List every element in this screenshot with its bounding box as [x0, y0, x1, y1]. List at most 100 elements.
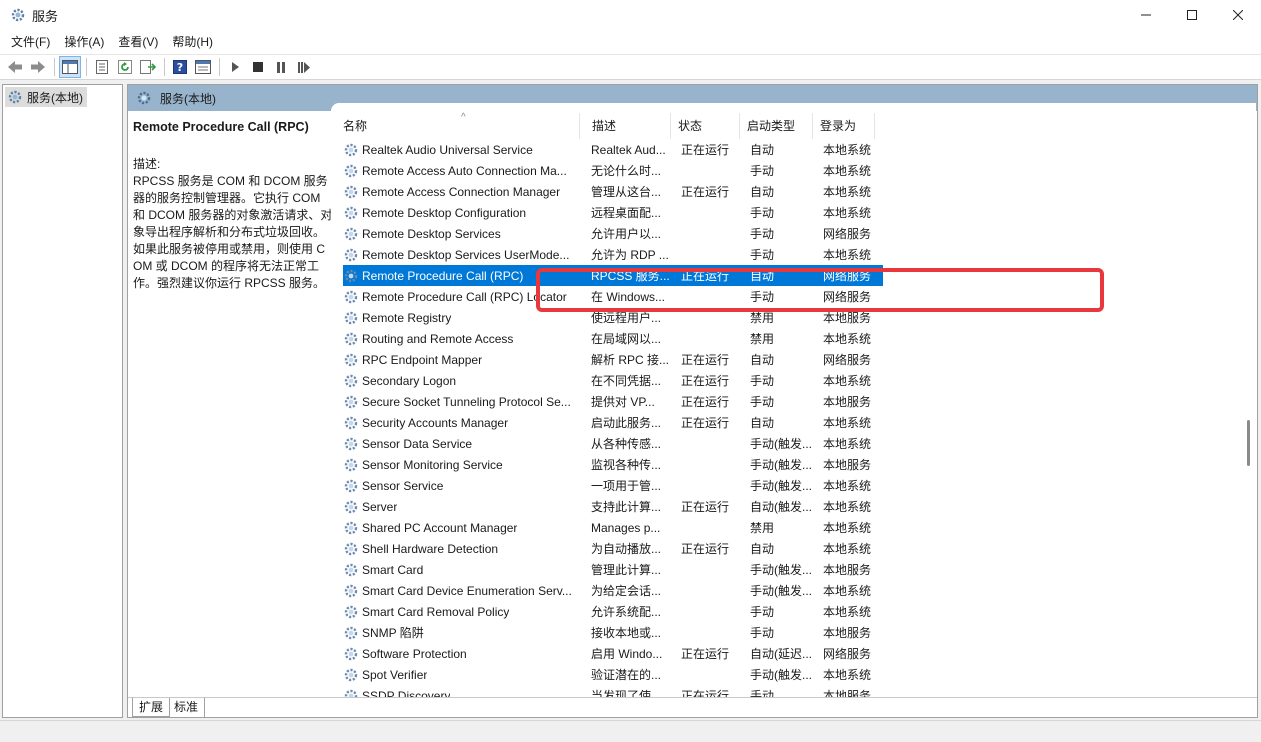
forward-button[interactable] [27, 56, 49, 78]
service-startup-type: 手动 [750, 206, 775, 220]
service-desc: 启用 Windo... [591, 647, 663, 661]
table-row[interactable]: Shell Hardware Detection 为自动播放... 正在运行 自动 本地… [343, 538, 883, 559]
service-status: 正在运行 [681, 269, 730, 283]
scrollbar-thumb[interactable] [1247, 420, 1250, 466]
service-desc: 在 Windows... [591, 290, 666, 304]
table-row[interactable]: Realtek Audio Universal Service Realtek A… [343, 139, 883, 160]
help-button[interactable]: ? [169, 56, 191, 78]
service-name-cell: Remote Desktop Services [343, 226, 583, 242]
table-row[interactable]: Smart Card 管理此计算... 手动(触发... 本地服务 [343, 559, 883, 580]
table-row[interactable]: Remote Procedure Call (RPC) Locator 在 Win… [343, 286, 883, 307]
column-header-name[interactable]: 名称 ^ [331, 112, 580, 139]
table-row[interactable]: Remote Desktop Services UserMode... 允许为 R… [343, 244, 883, 265]
table-row[interactable]: Remote Access Connection Manager 管理从这台...… [343, 181, 883, 202]
console-tree-icon [62, 60, 78, 74]
service-desc: Realtek Aud... [591, 142, 666, 157]
table-row[interactable]: Secondary Logon 在不同凭据... 正在运行 手动 本地系统 [343, 370, 883, 391]
column-header-startup[interactable]: 启动类型 [740, 113, 813, 139]
table-row[interactable]: Routing and Remote Access 在局域网以... 禁用 本地系统 [343, 328, 883, 349]
view-button[interactable] [192, 56, 214, 78]
service-name-cell: Remote Access Connection Manager [343, 184, 583, 200]
table-row[interactable]: Spot Verifier 验证潜在的... 手动(触发... 本地系统 [343, 664, 883, 685]
service-name-cell: Secondary Logon [343, 373, 583, 389]
service-name: SNMP 陷阱 [362, 626, 424, 640]
service-name: Remote Access Auto Connection Ma... [362, 163, 567, 178]
back-button[interactable] [4, 56, 26, 78]
column-header-status[interactable]: 状态 [671, 113, 740, 139]
service-name-cell: Shared PC Account Manager [343, 520, 583, 536]
table-row-selected[interactable]: Remote Procedure Call (RPC) RPCSS 服务... 正在… [343, 265, 883, 286]
service-desc: 一项用于管... [591, 479, 662, 493]
service-startup-type: 手动(触发... [750, 584, 812, 598]
service-desc: 监视各种传... [591, 458, 662, 472]
service-desc: 在局域网以... [591, 332, 662, 346]
service-name: Remote Procedure Call (RPC) Locator [362, 289, 567, 304]
export-list-button[interactable] [137, 56, 159, 78]
sort-ascending-icon: ^ [461, 112, 466, 123]
minimize-button[interactable] [1123, 0, 1169, 30]
services-gear-icon [11, 8, 25, 22]
menu-action[interactable]: 操作(A) [57, 30, 111, 54]
service-logon-as: 本地系统 [823, 206, 872, 220]
service-logon-as: 本地系统 [823, 542, 872, 556]
service-name: Secure Socket Tunneling Protocol Se... [362, 394, 571, 409]
column-header-status-label: 状态 [678, 119, 703, 133]
service-logon-as: 本地系统 [823, 143, 872, 157]
table-row[interactable]: Server 支持此计算... 正在运行 自动(触发... 本地系统 [343, 496, 883, 517]
column-header-desc[interactable]: 描述 [580, 113, 671, 139]
vertical-scrollbar[interactable] [1245, 115, 1253, 695]
service-logon-as: 本地系统 [823, 584, 872, 598]
service-gear-icon [344, 500, 358, 513]
service-desc: RPCSS 服务... [591, 269, 670, 283]
table-row[interactable]: Sensor Monitoring Service 监视各种传... 手动(触发..… [343, 454, 883, 475]
menu-file[interactable]: 文件(F) [4, 30, 57, 54]
table-row[interactable]: Sensor Data Service 从各种传感... 手动(触发... 本地系统 [343, 433, 883, 454]
close-button[interactable] [1215, 0, 1261, 30]
service-startup-type: 手动 [750, 248, 775, 262]
table-row[interactable]: Secure Socket Tunneling Protocol Se... 提供… [343, 391, 883, 412]
service-gear-icon [344, 605, 358, 618]
service-logon-as: 本地服务 [823, 458, 872, 472]
table-row[interactable]: Software Protection 启用 Windo... 正在运行 自动(延迟.… [343, 643, 883, 664]
service-status: 正在运行 [681, 647, 730, 661]
stop-service-button[interactable] [247, 56, 269, 78]
maximize-button[interactable] [1169, 0, 1215, 30]
table-row[interactable]: Remote Access Auto Connection Ma... 无论什么时… [343, 160, 883, 181]
tab-extended[interactable]: 扩展 [132, 698, 171, 717]
table-row[interactable]: Sensor Service 一项用于管... 手动(触发... 本地系统 [343, 475, 883, 496]
export-list-icon [140, 60, 156, 74]
menu-help[interactable]: 帮助(H) [165, 30, 220, 54]
column-header-logon[interactable]: 登录为 [813, 113, 875, 139]
properties-button[interactable] [91, 56, 113, 78]
table-row[interactable]: Remote Registry 使远程用户... 禁用 本地服务 [343, 307, 883, 328]
table-row[interactable]: Smart Card Removal Policy 允许系统配... 手动 本地系统 [343, 601, 883, 622]
start-service-icon [232, 62, 239, 72]
start-service-button[interactable] [224, 56, 246, 78]
service-desc: 验证潜在的... [591, 668, 662, 682]
menu-view[interactable]: 查看(V) [111, 30, 165, 54]
service-gear-icon [344, 332, 358, 345]
table-row[interactable]: RPC Endpoint Mapper 解析 RPC 接... 正在运行 自动 网络服务 [343, 349, 883, 370]
restart-service-button[interactable] [293, 56, 315, 78]
pause-service-button[interactable] [270, 56, 292, 78]
service-status: 正在运行 [681, 374, 730, 388]
table-row[interactable]: SNMP 陷阱 接收本地或... 手动 本地服务 [343, 622, 883, 643]
service-logon-as: 本地系统 [823, 248, 872, 262]
tab-standard[interactable]: 标准 [168, 698, 206, 717]
tree-item-services-local[interactable]: 服务(本地) [5, 87, 87, 107]
show-hide-tree-button[interactable] [59, 56, 81, 78]
table-row[interactable]: Remote Desktop Services 允许用户以... 手动 网络服务 [343, 223, 883, 244]
table-row[interactable]: Shared PC Account Manager Manages p... 禁用 本… [343, 517, 883, 538]
table-row[interactable]: Remote Desktop Configuration 远程桌面配... 手动 本地… [343, 202, 883, 223]
column-header-startup-label: 启动类型 [747, 119, 796, 133]
service-status: 正在运行 [681, 500, 730, 514]
service-startup-type: 自动 [750, 416, 775, 430]
table-row[interactable]: Security Accounts Manager 启动此服务... 正在运行 自动 本… [343, 412, 883, 433]
table-row[interactable]: Smart Card Device Enumeration Serv... 为给定… [343, 580, 883, 601]
service-startup-type: 手动 [750, 227, 775, 241]
refresh-button[interactable] [114, 56, 136, 78]
service-startup-type: 自动 [750, 353, 775, 367]
view-icon [195, 60, 211, 74]
service-startup-type: 手动 [750, 164, 775, 178]
service-desc: 允许为 RDP ... [591, 248, 669, 262]
